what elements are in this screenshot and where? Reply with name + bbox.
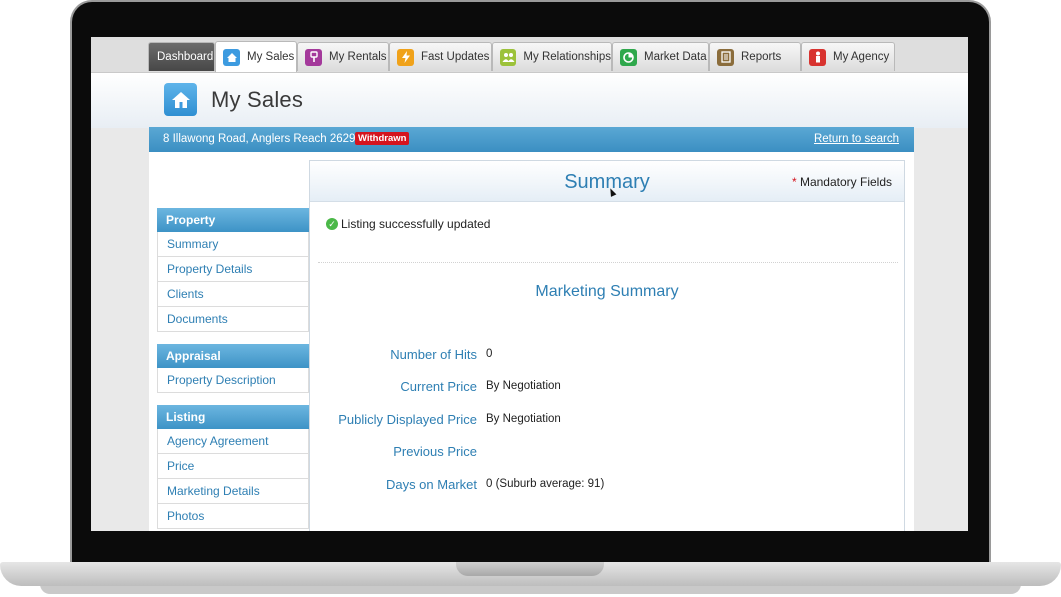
key-icon: [305, 48, 322, 66]
tab-my-rentals[interactable]: My Rentals: [297, 42, 389, 71]
tab-fast-updates[interactable]: Fast Updates: [389, 42, 492, 71]
tab-label: My Agency: [833, 51, 890, 63]
row-label: Days on Market: [385, 477, 477, 492]
pie-chart-icon: [620, 48, 637, 66]
tab-label: My Sales: [247, 51, 295, 63]
summary-row: Previous Price: [310, 444, 904, 464]
tab-label: Market Data: [644, 51, 707, 63]
divider: [318, 262, 898, 263]
sidebar-item-photos[interactable]: Photos: [157, 504, 309, 529]
sidebar-item-documents[interactable]: Documents: [157, 307, 309, 332]
tab-my-sales[interactable]: My Sales: [215, 41, 297, 72]
tab-market-data[interactable]: Market Data: [612, 42, 709, 71]
tab-label: My Relationships: [523, 51, 611, 63]
summary-header: Summary * Mandatory Fields: [310, 161, 904, 202]
people-icon: [500, 48, 517, 66]
status-badge: Withdrawn: [355, 132, 410, 145]
mandatory-fields-label: Mandatory Fields: [799, 175, 892, 189]
summary-row: Publicly Displayed Price By Negotiation: [310, 412, 904, 432]
row-value: 0 (Suburb average: 91): [486, 478, 605, 490]
page-title: My Sales: [211, 87, 304, 112]
sidebar-section-property[interactable]: Property: [157, 208, 309, 232]
tab-label: Reports: [741, 51, 782, 63]
house-icon: [164, 83, 197, 116]
row-label: Previous Price: [393, 444, 477, 459]
required-star: *: [791, 175, 797, 189]
tab-label: My Rentals: [329, 51, 387, 63]
tab-label: Fast Updates: [421, 51, 490, 63]
summary-row: Days on Market 0 (Suburb average: 91): [310, 477, 904, 497]
main-panel: Property Summary Property Details Client…: [149, 152, 914, 531]
row-label: Current Price: [400, 379, 477, 394]
tab-label: Dashboard: [157, 51, 214, 63]
marketing-summary-title: Marketing Summary: [535, 283, 679, 300]
row-label: Publicly Displayed Price: [338, 412, 477, 427]
success-message: ✓ Listing successfully updated: [326, 217, 490, 231]
sidebar-item-property-description[interactable]: Property Description: [157, 368, 309, 393]
tab-my-relationships[interactable]: My Relationships: [492, 42, 612, 71]
tab-my-agency[interactable]: My Agency: [801, 42, 895, 71]
main-nav-tabs: Dashboard My Sales My Rentals Fast Updat…: [91, 37, 968, 72]
row-label: Number of Hits: [390, 347, 477, 362]
row-value: By Negotiation: [486, 413, 561, 425]
property-address-bar: 8 Illawong Road, Anglers Reach 2629 With…: [149, 127, 914, 152]
summary-row: Current Price By Negotiation: [310, 379, 904, 399]
tab-reports[interactable]: Reports: [709, 42, 801, 71]
sidebar-item-summary[interactable]: Summary: [157, 232, 309, 257]
sidebar-item-price[interactable]: Price: [157, 454, 309, 479]
summary-content: Summary * Mandatory Fields ✓ Listing suc…: [309, 160, 905, 531]
tab-dashboard[interactable]: Dashboard: [148, 42, 215, 71]
page-header: My Sales: [91, 72, 968, 128]
mandatory-fields-note: * Mandatory Fields: [792, 175, 892, 189]
laptop-notch: [456, 562, 604, 576]
person-icon: [809, 48, 826, 66]
sidebar-item-clients[interactable]: Clients: [157, 282, 309, 307]
sidebar-section-appraisal[interactable]: Appraisal: [157, 344, 309, 368]
lightning-icon: [397, 48, 414, 66]
sidebar-item-property-details[interactable]: Property Details: [157, 257, 309, 282]
property-address: 8 Illawong Road, Anglers Reach 2629: [163, 133, 356, 145]
sidebar: Property Summary Property Details Client…: [157, 208, 309, 529]
row-value: By Negotiation: [486, 380, 561, 392]
sidebar-item-agency-agreement[interactable]: Agency Agreement: [157, 429, 309, 454]
return-to-search-link[interactable]: Return to search: [814, 133, 899, 145]
summary-row: Number of Hits 0: [310, 347, 904, 367]
sidebar-section-listing[interactable]: Listing: [157, 405, 309, 429]
app-screen: Dashboard My Sales My Rentals Fast Updat…: [91, 37, 968, 531]
row-value: 0: [486, 348, 493, 360]
success-text: Listing successfully updated: [341, 217, 491, 231]
sidebar-item-marketing-details[interactable]: Marketing Details: [157, 479, 309, 504]
checkmark-icon: ✓: [326, 218, 338, 230]
document-icon: [717, 48, 734, 66]
house-icon: [223, 48, 240, 66]
